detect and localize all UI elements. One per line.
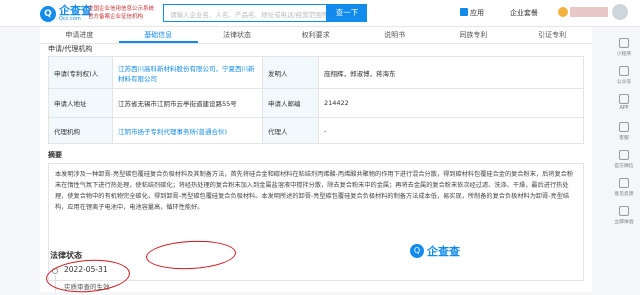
tab-legal-status[interactable]: 法律状态: [198, 27, 277, 43]
tab-family-patents[interactable]: 同族专利: [434, 27, 513, 43]
info-table: 申请(专利权)人 江苏西川高科新材料股份有限公司，宁夏西川新材料有限公司 发明人…: [48, 56, 584, 144]
section-heading: 申请/代理机构: [48, 45, 93, 53]
tab-bar: 申请进度 基础信息 法律状态 权利要求 说明书 同族专利 引证专利: [40, 27, 592, 44]
wechat-icon: [619, 150, 629, 160]
qr-icon: [619, 38, 629, 48]
tab-basic-info[interactable]: 基础信息: [118, 27, 198, 43]
applicant-value[interactable]: 江苏西川高科新材料股份有限公司，宁夏西川新材料有限公司: [112, 56, 263, 89]
main-panel: 申请/代理机构 申请(专利权)人 江苏西川高科新材料股份有限公司，宁夏西川新材料…: [40, 44, 592, 292]
sidebar-item-miniprogram[interactable]: 小程序: [608, 38, 640, 57]
redacted-account: [570, 7, 608, 17]
top-bar: Q 企查查 Qcc.com 全国企业信用信息公示系统 官方备案企业征信机构 请输…: [0, 0, 640, 27]
table-row: 申请(专利权)人 江苏西川高科新材料股份有限公司，宁夏西川新材料有限公司 发明人…: [48, 56, 584, 89]
grid-icon: [460, 8, 468, 16]
tab-claims[interactable]: 权利要求: [276, 27, 355, 43]
search-input[interactable]: 请输入企业名、人名、产品名、地址或电话/经营范围等: [163, 4, 327, 22]
sidebar-item-feedback[interactable]: 意见反馈: [608, 178, 640, 197]
headset-icon: [619, 122, 629, 132]
logo[interactable]: Q 企查查 Qcc.com: [40, 5, 92, 22]
sidebar-item-official-wechat[interactable]: 官方微信: [608, 150, 640, 169]
vip-icon[interactable]: [558, 7, 568, 17]
watermark-logo: Q 企查查: [410, 243, 460, 259]
search-button[interactable]: 查一下: [327, 4, 367, 22]
address-label: 申请人地址: [48, 88, 113, 118]
table-row: 代理机构 江阴市扬子专利代理事务所(普通合伙) 代理人 -: [48, 117, 584, 144]
agent-value: -: [318, 117, 584, 144]
nav-enterprise-package[interactable]: 企业套餐: [510, 8, 538, 18]
logo-icon: Q: [40, 5, 56, 22]
inventor-label: 发明人: [262, 56, 319, 89]
sidebar-item-service[interactable]: 客服: [608, 122, 640, 141]
sidebar-item-try-now[interactable]: 立即体验: [608, 206, 640, 225]
agency-label: 代理机构: [48, 117, 113, 144]
phone-icon: [619, 94, 629, 104]
tab-cited-patents[interactable]: 引证专利: [513, 27, 592, 43]
gift-icon: [619, 206, 629, 216]
certification-badge: 全国企业信用信息公示系统 官方备案企业征信机构: [88, 6, 155, 20]
tab-progress[interactable]: 申请进度: [40, 27, 119, 43]
table-row: 申请人地址 江苏省无锡市江阴市云亭街道建设路55号 申请人邮编 214422: [48, 88, 584, 118]
legal-status-title: 法律状态: [50, 251, 82, 260]
avatar[interactable]: [612, 4, 628, 20]
feedback-icon: [619, 178, 629, 188]
address-value: 江苏省无锡市江阴市云亭街道建设路55号: [112, 88, 263, 118]
postcode-value: 214422: [318, 88, 584, 118]
watermark-icon: Q: [410, 244, 424, 258]
postcode-label: 申请人邮编: [262, 88, 319, 118]
abstract-text: 本发明涉及一种卸膏-亮型碳包覆硅复合负极材料及其制备方法，首先将硅合金和碳材料在…: [48, 163, 584, 281]
sidebar-item-wechat-account[interactable]: 公众号: [608, 66, 640, 85]
agency-value[interactable]: 江阴市扬子专利代理事务所(普通合伙): [112, 117, 263, 144]
inventor-value: 庞翔辉，郑淑博，蒋海东: [318, 56, 584, 89]
tab-description[interactable]: 说明书: [355, 27, 434, 43]
sidebar-item-app[interactable]: APP: [608, 94, 640, 111]
agent-label: 代理人: [262, 117, 319, 144]
nav-apps[interactable]: 应用: [460, 8, 484, 18]
abstract-title: 摘要: [48, 151, 62, 159]
applicant-label: 申请(专利权)人: [48, 56, 113, 89]
wechat-icon: [619, 66, 629, 76]
right-sidebar: 小程序 公众号 APP 客服 官方微信 意见反馈 立即体验: [608, 38, 640, 238]
